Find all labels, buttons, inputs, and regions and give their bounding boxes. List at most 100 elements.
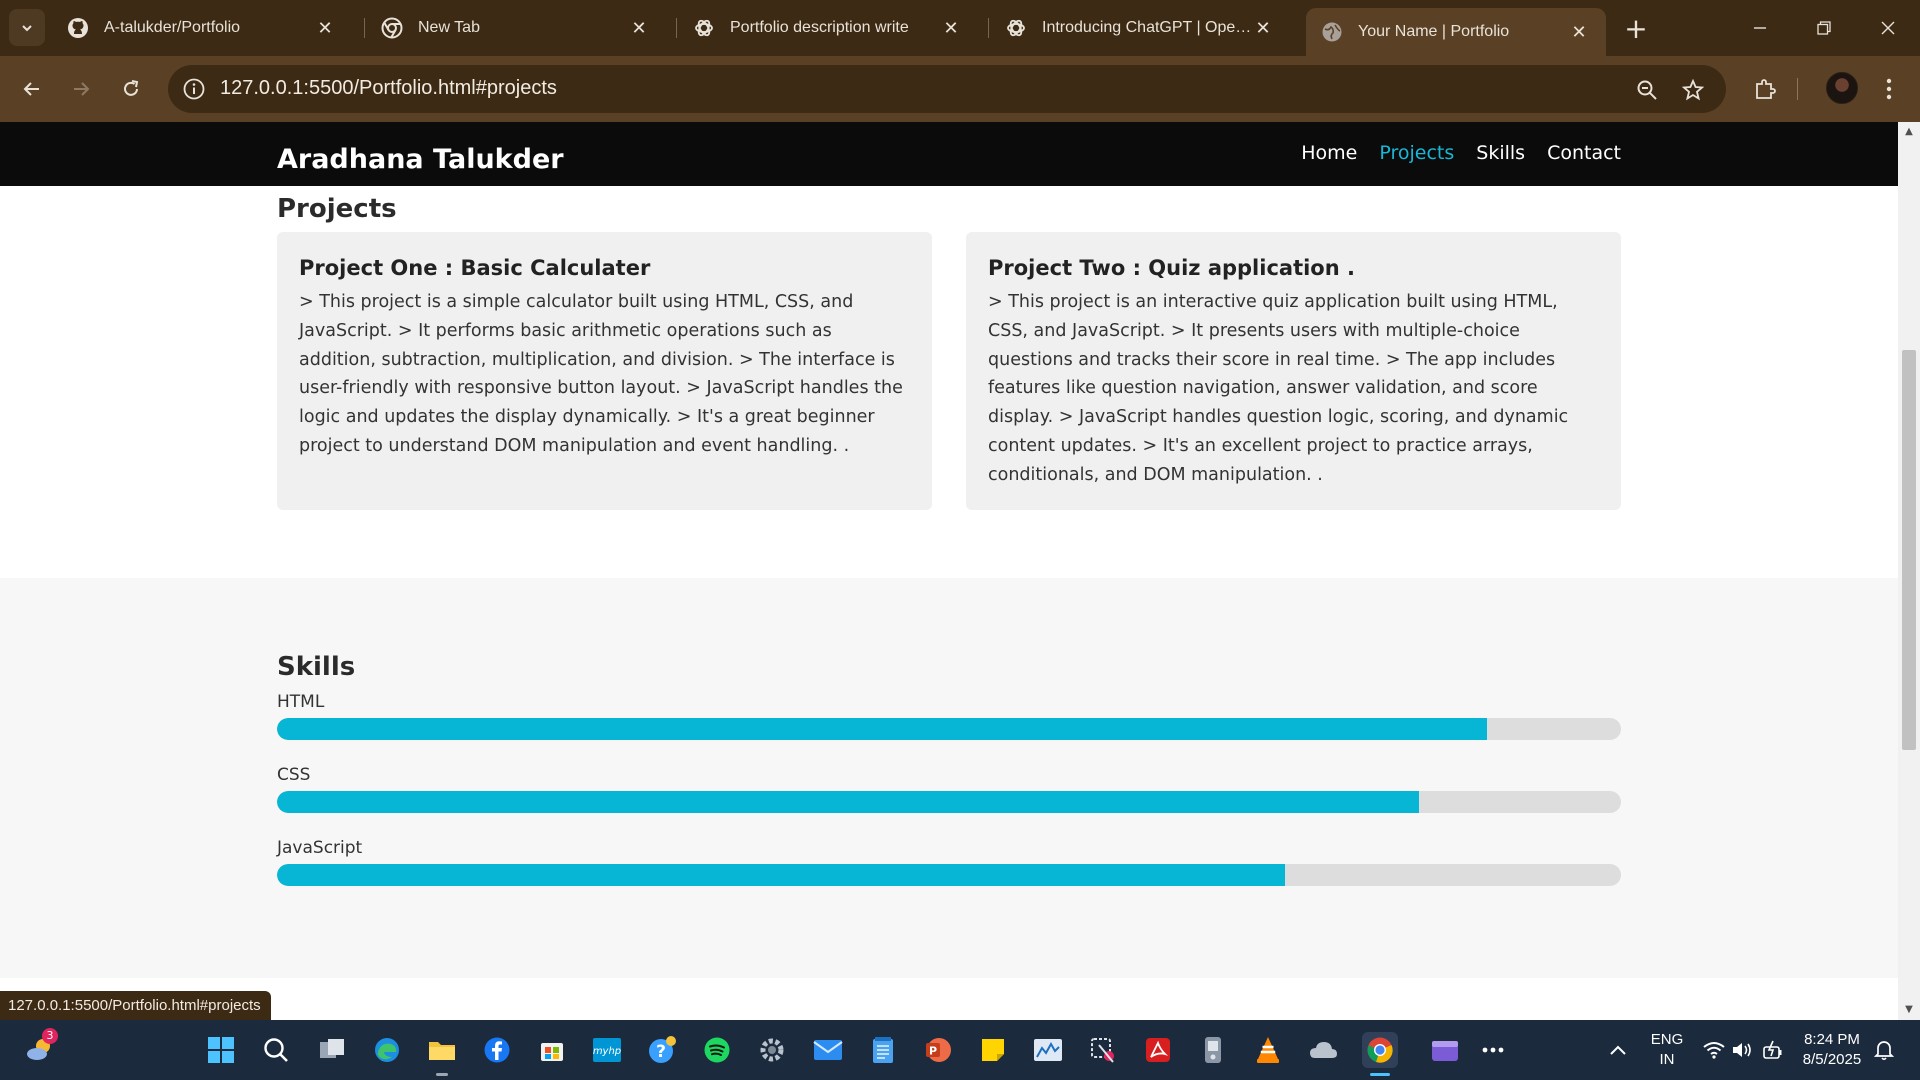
svg-text:P: P bbox=[929, 1045, 937, 1058]
github-icon bbox=[66, 16, 90, 40]
tab-separator bbox=[364, 18, 365, 38]
browser-tab[interactable]: Introducing ChatGPT | OpenAI ✕ bbox=[990, 8, 1290, 48]
minimize-icon bbox=[1754, 27, 1766, 29]
extensions-icon[interactable] bbox=[1748, 72, 1782, 106]
notepad-icon[interactable] bbox=[865, 1032, 901, 1068]
browser-tab-active[interactable]: Your Name | Portfolio ✕ bbox=[1306, 8, 1606, 56]
nav-skills[interactable]: Skills bbox=[1476, 142, 1525, 164]
acrobat-icon[interactable] bbox=[1140, 1032, 1176, 1068]
file-explorer-icon[interactable] bbox=[424, 1032, 460, 1076]
device-icon[interactable] bbox=[1195, 1032, 1231, 1068]
clock[interactable]: 8:24 PM 8/5/2025 bbox=[1790, 1030, 1874, 1070]
tab-title: A-talukder/Portfolio bbox=[104, 19, 241, 36]
tab-search-button[interactable] bbox=[9, 9, 45, 46]
nav-contact[interactable]: Contact bbox=[1547, 142, 1621, 164]
cloud-app-icon[interactable] bbox=[1305, 1032, 1341, 1068]
zoom-icon[interactable] bbox=[1634, 77, 1660, 103]
skill-item: HTML bbox=[277, 692, 1621, 740]
sticky-notes-icon[interactable] bbox=[975, 1032, 1011, 1068]
site-nav: Home Projects Skills Contact bbox=[1301, 142, 1621, 164]
projects-heading: Projects bbox=[277, 194, 397, 224]
back-button[interactable] bbox=[12, 69, 52, 109]
snipping-tool-icon[interactable] bbox=[1085, 1032, 1121, 1068]
link-status-bubble: 127.0.0.1:5500/Portfolio.html#projects bbox=[0, 991, 271, 1020]
project-description: > This project is an interactive quiz ap… bbox=[988, 292, 1569, 485]
page-scrollbar[interactable]: ▲ ▼ bbox=[1898, 122, 1920, 1020]
tab-strip: A-talukder/Portfolio ✕ New Tab ✕ Portfol… bbox=[0, 0, 1920, 56]
profile-avatar[interactable] bbox=[1826, 72, 1858, 104]
skill-label: JavaScript bbox=[277, 838, 363, 858]
scrollbar-thumb[interactable] bbox=[1902, 350, 1916, 750]
forward-button[interactable] bbox=[61, 69, 101, 109]
windows-start-icon[interactable] bbox=[203, 1032, 239, 1068]
browser-tab[interactable]: Portfolio description write ✕ bbox=[678, 8, 978, 48]
project-card: Project One : Basic Calculater > This pr… bbox=[277, 232, 932, 510]
browser-toolbar: 127.0.0.1:5500/Portfolio.html#projects bbox=[0, 56, 1920, 122]
restore-button[interactable] bbox=[1792, 0, 1856, 56]
scroll-up-arrow-icon[interactable]: ▲ bbox=[1903, 126, 1915, 138]
chrome-taskbar-icon[interactable] bbox=[1362, 1032, 1398, 1076]
facebook-icon[interactable] bbox=[479, 1032, 515, 1068]
openai-icon bbox=[1004, 16, 1028, 40]
close-icon[interactable]: ✕ bbox=[1568, 21, 1590, 43]
browser-tab[interactable]: A-talukder/Portfolio ✕ bbox=[52, 8, 352, 48]
scroll-down-arrow-icon[interactable]: ▼ bbox=[1903, 1004, 1915, 1016]
tab-separator bbox=[988, 18, 989, 38]
project-title: Project Two : Quiz application . bbox=[988, 256, 1355, 280]
close-icon[interactable]: ✕ bbox=[314, 17, 336, 39]
mail-icon[interactable] bbox=[810, 1032, 846, 1068]
notification-bell-icon[interactable] bbox=[1866, 1032, 1902, 1068]
skill-progress-fill bbox=[277, 864, 1285, 886]
close-icon[interactable]: ✕ bbox=[1252, 17, 1274, 39]
site-logo[interactable]: Aradhana Talukder bbox=[277, 144, 564, 175]
minimize-button[interactable] bbox=[1728, 0, 1792, 56]
windows-taskbar: myhp ? P ENG IN 8:24 PM 8/5/2025 bbox=[0, 1020, 1920, 1080]
close-icon[interactable]: ✕ bbox=[940, 17, 962, 39]
spotify-icon[interactable] bbox=[699, 1032, 735, 1068]
address-bar[interactable]: 127.0.0.1:5500/Portfolio.html#projects bbox=[168, 65, 1726, 113]
nav-projects[interactable]: Projects bbox=[1379, 142, 1454, 164]
tab-title: New Tab bbox=[418, 19, 480, 36]
help-icon[interactable]: ? bbox=[644, 1032, 680, 1068]
skills-section: Skills HTML CSS JavaScript bbox=[0, 578, 1898, 978]
clipchamp-icon[interactable] bbox=[1427, 1032, 1463, 1068]
new-tab-button[interactable]: + bbox=[1620, 12, 1652, 45]
search-icon[interactable] bbox=[258, 1032, 294, 1068]
url-text[interactable]: 127.0.0.1:5500/Portfolio.html#projects bbox=[220, 77, 557, 100]
globe-icon bbox=[1320, 20, 1344, 44]
bookmark-star-icon[interactable] bbox=[1680, 77, 1706, 103]
browser-tab[interactable]: New Tab ✕ bbox=[366, 8, 666, 48]
vlc-icon[interactable] bbox=[1250, 1032, 1286, 1068]
window-close-button[interactable] bbox=[1856, 0, 1920, 56]
project-title: Project One : Basic Calculater bbox=[299, 256, 651, 280]
toolbar-separator bbox=[1797, 78, 1798, 100]
tab-separator bbox=[676, 18, 677, 38]
chevron-up-icon[interactable] bbox=[1600, 1032, 1636, 1068]
skill-label: CSS bbox=[277, 765, 311, 785]
skill-progress-fill bbox=[277, 718, 1487, 740]
myhp-icon[interactable]: myhp bbox=[589, 1032, 625, 1068]
site-info-icon[interactable] bbox=[182, 77, 206, 101]
input-language-indicator[interactable]: ENG IN bbox=[1644, 1030, 1690, 1070]
task-view-icon[interactable] bbox=[314, 1032, 350, 1068]
reload-icon bbox=[124, 80, 139, 96]
settings-gear-icon[interactable] bbox=[754, 1032, 790, 1068]
nav-home[interactable]: Home bbox=[1301, 142, 1357, 164]
svg-text:myhp: myhp bbox=[593, 1046, 621, 1057]
powerpoint-icon[interactable]: P bbox=[920, 1032, 956, 1068]
microsoft-store-icon[interactable] bbox=[534, 1032, 570, 1068]
edge-icon[interactable] bbox=[369, 1032, 405, 1068]
skill-progress-fill bbox=[277, 791, 1420, 813]
battery-charging-icon[interactable] bbox=[1755, 1032, 1791, 1068]
page-viewport: Aradhana Talukder Home Projects Skills C… bbox=[0, 122, 1898, 1020]
close-icon[interactable]: ✕ bbox=[628, 17, 650, 39]
menu-kebab-icon[interactable] bbox=[1872, 72, 1906, 106]
tab-title: Portfolio description write bbox=[730, 19, 909, 36]
tab-title: Your Name | Portfolio bbox=[1358, 23, 1510, 40]
skill-progress-bar bbox=[277, 718, 1621, 740]
skills-heading: Skills bbox=[277, 652, 356, 682]
tab-title: Introducing ChatGPT | OpenAI bbox=[1042, 19, 1252, 36]
more-apps-icon[interactable] bbox=[1475, 1032, 1511, 1068]
photos-chart-icon[interactable] bbox=[1030, 1032, 1066, 1068]
reload-button[interactable] bbox=[111, 69, 151, 109]
